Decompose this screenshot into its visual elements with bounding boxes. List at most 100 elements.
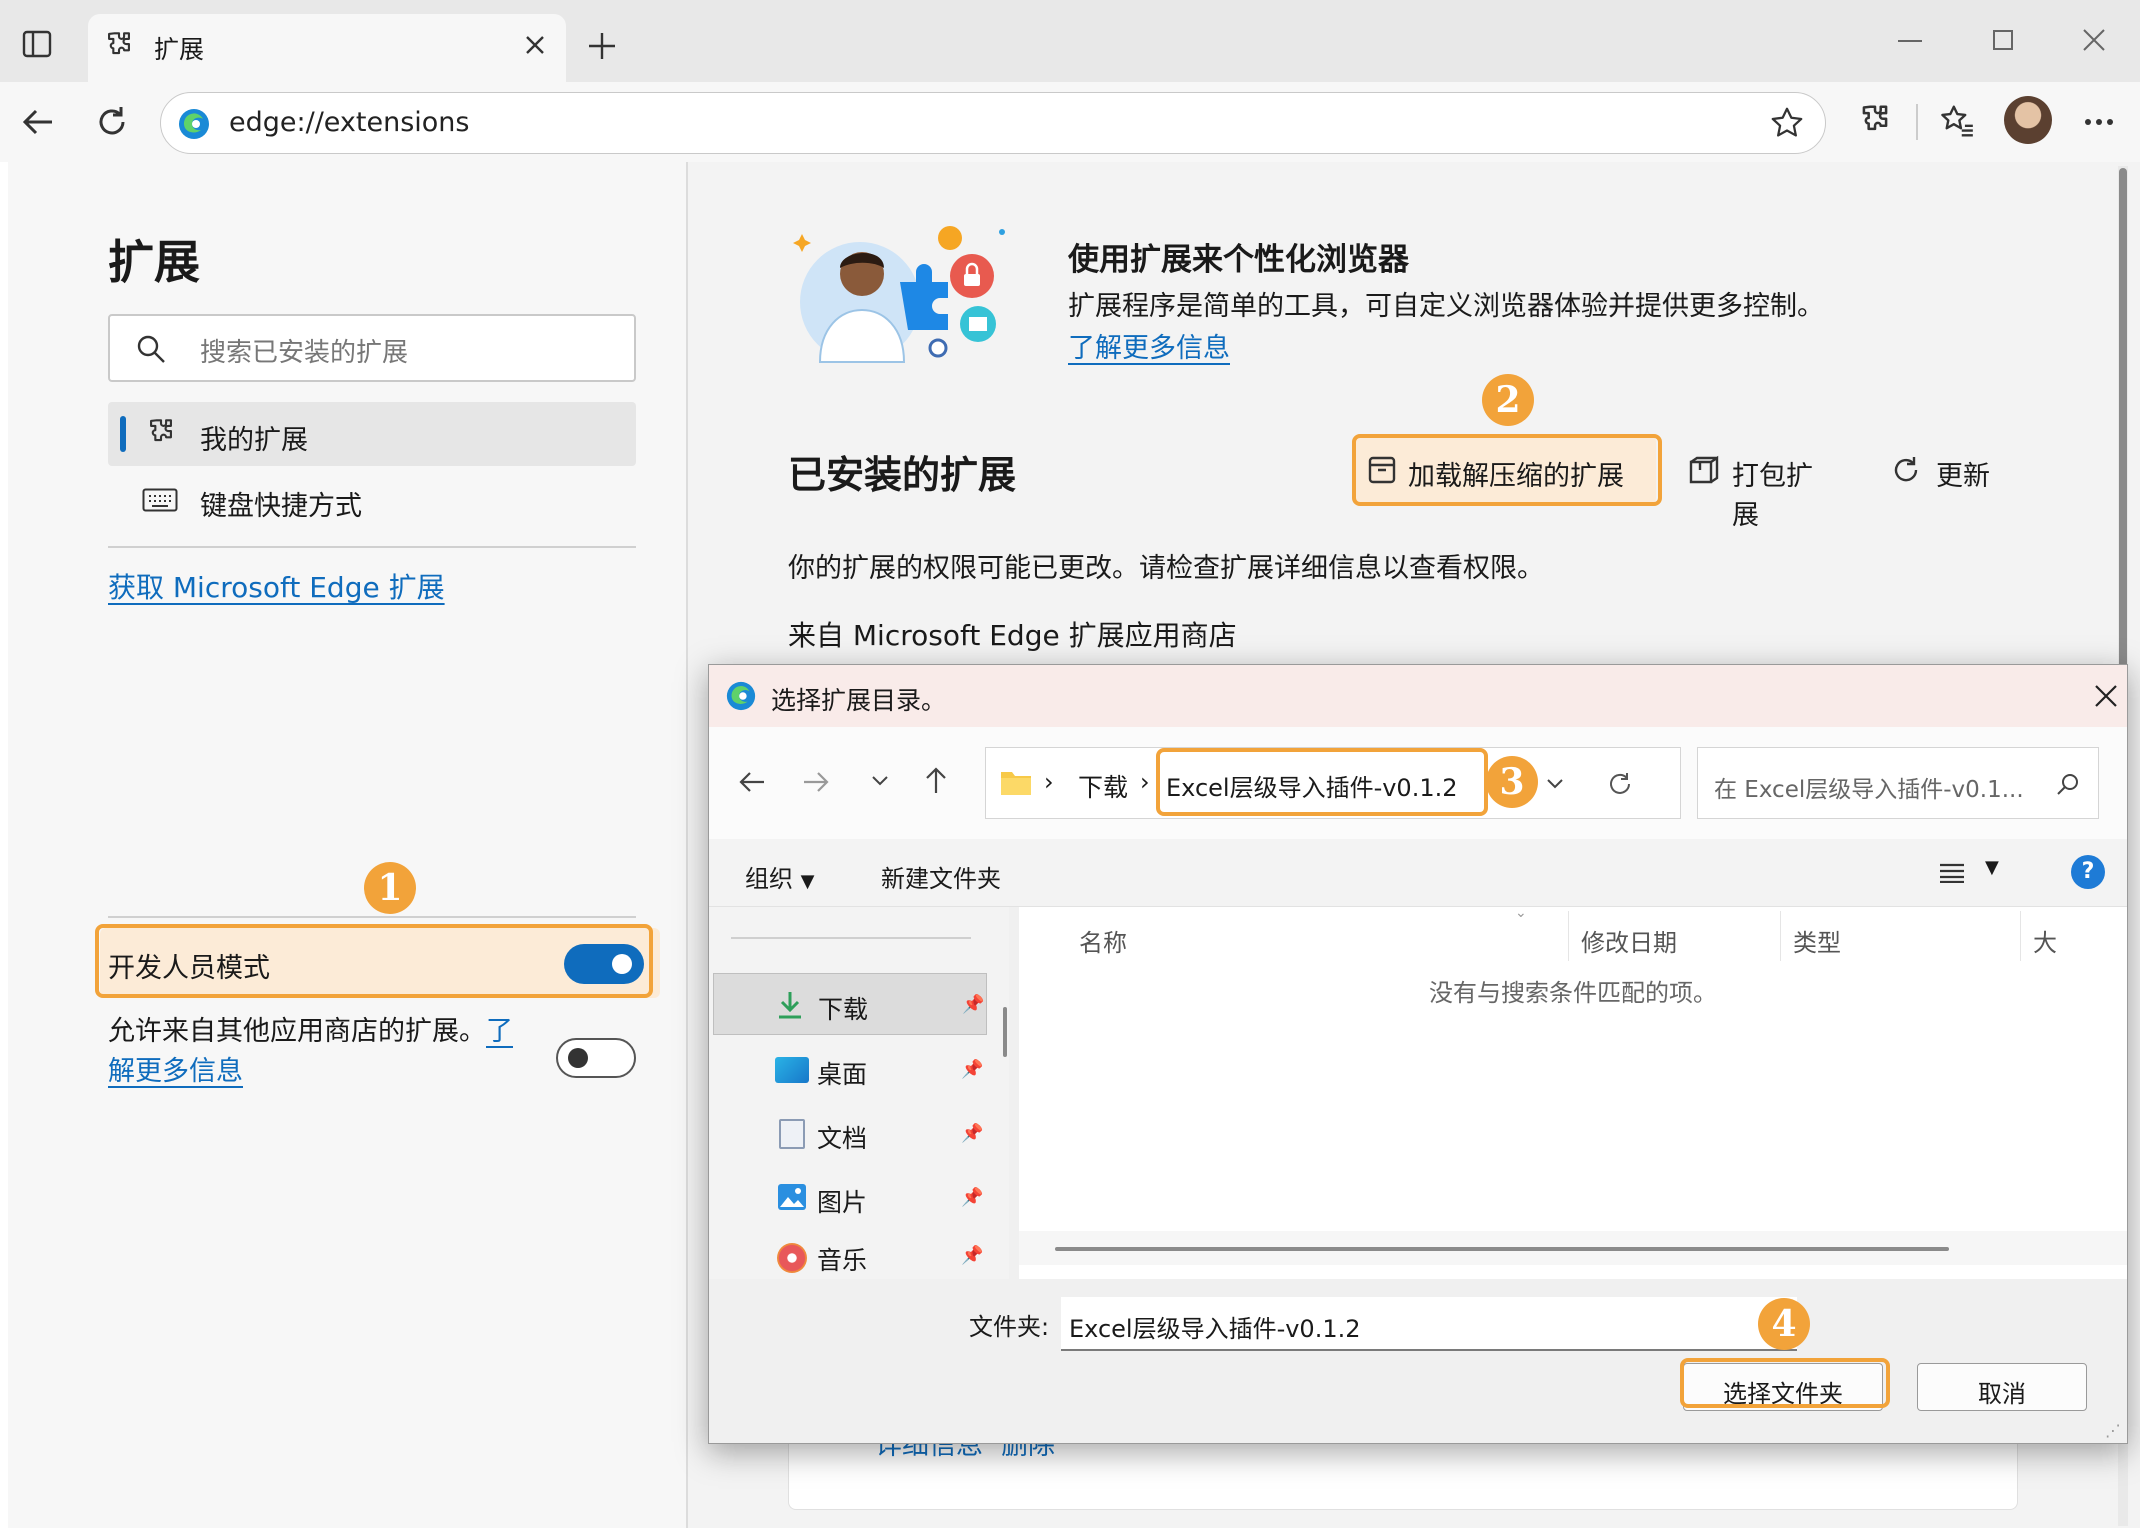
organize-menu[interactable]: 组织 ▼	[745, 859, 814, 894]
tab-title: 扩展	[154, 35, 205, 64]
favorite-star-icon[interactable]	[1769, 105, 1805, 141]
active-indicator	[120, 416, 126, 452]
sidebar-item-label: 键盘快捷方式	[200, 491, 362, 522]
nav-pane-scrollbar[interactable]	[1003, 1007, 1007, 1057]
command-bar: 组织 ▼ 新建文件夹 ▼ ?	[709, 839, 2127, 907]
column-header-date[interactable]: 修改日期	[1569, 911, 1781, 961]
quick-access-label: 文档	[817, 1124, 868, 1153]
search-icon	[136, 334, 166, 364]
column-label: 名称	[1079, 929, 1127, 957]
column-header-name[interactable]: 名称	[1019, 911, 1569, 961]
address-bar[interactable]: edge://extensions	[160, 92, 1826, 154]
maximize-icon[interactable]	[1993, 30, 2013, 50]
cancel-label: 取消	[1978, 1380, 2026, 1408]
dialog-close-icon[interactable]	[2093, 683, 2119, 709]
keyboard-icon	[142, 488, 178, 512]
address-dropdown-chevron-icon[interactable]	[1546, 778, 1564, 790]
pin-icon: 📌	[962, 994, 985, 1015]
update-label: 更新	[1936, 461, 1990, 492]
sidebar: 扩展 搜索已安装的扩展 我的扩展 键盘快捷方式 获取 Microsoft Edg…	[8, 162, 688, 1528]
new-tab-icon[interactable]	[586, 30, 618, 62]
learn-more-link[interactable]: 了	[486, 1016, 513, 1047]
step-marker-3: 3	[1486, 756, 1538, 808]
toggle-knob	[568, 1048, 588, 1068]
forward-icon[interactable]	[801, 767, 831, 797]
more-menu-icon[interactable]	[2084, 118, 2114, 126]
pin-icon: 📌	[961, 1187, 984, 1208]
new-folder-button[interactable]: 新建文件夹	[881, 859, 1001, 894]
sidebar-item-keyboard-shortcuts[interactable]: 键盘快捷方式	[108, 468, 636, 532]
tab-extensions[interactable]: 扩展	[88, 14, 566, 82]
desktop-icon	[775, 1057, 809, 1083]
step-marker-4: 4	[1758, 1298, 1810, 1350]
scrollbar-thumb[interactable]	[2119, 168, 2127, 688]
sidebar-item-my-extensions[interactable]: 我的扩展	[108, 402, 636, 466]
quick-access-documents[interactable]: 文档 📌	[713, 1103, 987, 1165]
allow-other-stores-toggle[interactable]	[556, 1038, 636, 1078]
quick-access-label: 音乐	[817, 1246, 868, 1275]
pin-icon: 📌	[961, 1245, 984, 1266]
refresh-icon[interactable]	[94, 104, 130, 140]
back-icon[interactable]	[20, 104, 56, 140]
scrollbar-thumb[interactable]	[1055, 1247, 1949, 1251]
cancel-button[interactable]: 取消	[1917, 1363, 2087, 1411]
from-store-heading: 来自 Microsoft Edge 扩展应用商店	[788, 619, 1237, 652]
column-label: 大	[2033, 929, 2057, 957]
quick-access-music[interactable]: 音乐 📌	[713, 1229, 987, 1279]
pack-extension-button[interactable]: 打包扩展	[1684, 436, 1834, 531]
address-refresh-icon[interactable]	[1606, 770, 1634, 798]
column-header-size[interactable]: 大	[2021, 911, 2127, 961]
nav-pane-divider	[731, 937, 971, 939]
folder-name-value: Excel层级导入插件-v0.1.2	[1069, 1315, 1361, 1343]
allow-other-stores-text: 允许来自其他应用商店的扩展。了 解更多信息	[108, 1012, 538, 1092]
minimize-icon[interactable]	[1898, 40, 1922, 42]
quick-access-desktop[interactable]: 桌面 📌	[713, 1039, 987, 1101]
horizontal-scrollbar[interactable]	[1019, 1231, 2127, 1265]
favorites-icon[interactable]	[1938, 102, 1976, 140]
edge-logo-icon	[725, 680, 757, 712]
url-text[interactable]: edge://extensions	[229, 107, 469, 138]
back-icon[interactable]	[737, 767, 767, 797]
organize-chevron-icon: ▼	[800, 871, 815, 892]
breadcrumb-downloads[interactable]: 下载	[1078, 768, 1128, 804]
quick-access-label: 下载	[818, 995, 869, 1024]
organize-label: 组织	[745, 865, 793, 893]
column-header-type[interactable]: 类型	[1781, 911, 2021, 961]
permission-notice: 你的扩展的权限可能已更改。请检查扩展详细信息以查看权限。	[788, 553, 1544, 584]
quick-access-pictures[interactable]: 图片 📌	[713, 1167, 987, 1229]
pack-extension-label: 打包扩展	[1732, 461, 1813, 531]
close-tab-icon[interactable]	[524, 34, 546, 56]
view-options-chevron-icon[interactable]: ▼	[1985, 857, 1999, 878]
navigation-pane: 下载 📌 桌面 📌 文档 📌 图片 📌 音乐 📌	[709, 907, 1009, 1279]
resize-grip-icon[interactable]: ⋰	[2105, 1421, 2121, 1440]
recent-locations-chevron-icon[interactable]	[871, 775, 889, 787]
tab-actions-icon[interactable]	[22, 30, 52, 58]
profile-avatar[interactable]	[2004, 96, 2052, 144]
dialog-titlebar: 选择扩展目录。	[709, 665, 2127, 727]
view-options-icon[interactable]	[1939, 863, 1965, 883]
quick-access-downloads[interactable]: 下载 📌	[713, 973, 987, 1035]
pin-icon: 📌	[961, 1123, 984, 1144]
help-icon[interactable]: ?	[2071, 855, 2105, 889]
sidebar-divider	[108, 916, 636, 918]
dialog-search-input[interactable]: 在 Excel层级导入插件-v0.1...	[1697, 747, 2099, 819]
column-label: 类型	[1793, 929, 1841, 957]
search-icon	[2056, 772, 2080, 796]
puzzle-icon	[102, 29, 136, 63]
breadcrumb-separator: ›	[1140, 768, 1150, 796]
up-icon[interactable]	[921, 765, 951, 795]
breadcrumb-separator: ›	[1044, 768, 1054, 796]
update-button[interactable]: 更新	[1888, 436, 2008, 504]
search-input[interactable]: 搜索已安装的扩展	[108, 314, 636, 382]
folder-name-input[interactable]: Excel层级导入插件-v0.1.2	[1061, 1297, 1797, 1351]
document-icon	[779, 1119, 805, 1149]
extensions-toolbar-icon[interactable]	[1856, 102, 1894, 140]
learn-more-link-cont[interactable]: 解更多信息	[108, 1056, 243, 1087]
edge-logo-icon	[177, 107, 211, 141]
file-list: ⌄ 名称 修改日期 类型 大 没有与搜索条件匹配的项。	[1019, 905, 2127, 1279]
get-extensions-link[interactable]: 获取 Microsoft Edge 扩展	[108, 566, 445, 606]
close-window-icon[interactable]	[2082, 28, 2106, 52]
promo-learn-more-link[interactable]: 了解更多信息	[1068, 326, 1230, 365]
highlight-load-unpacked	[1352, 434, 1662, 506]
search-placeholder: 搜索已安装的扩展	[200, 338, 409, 368]
